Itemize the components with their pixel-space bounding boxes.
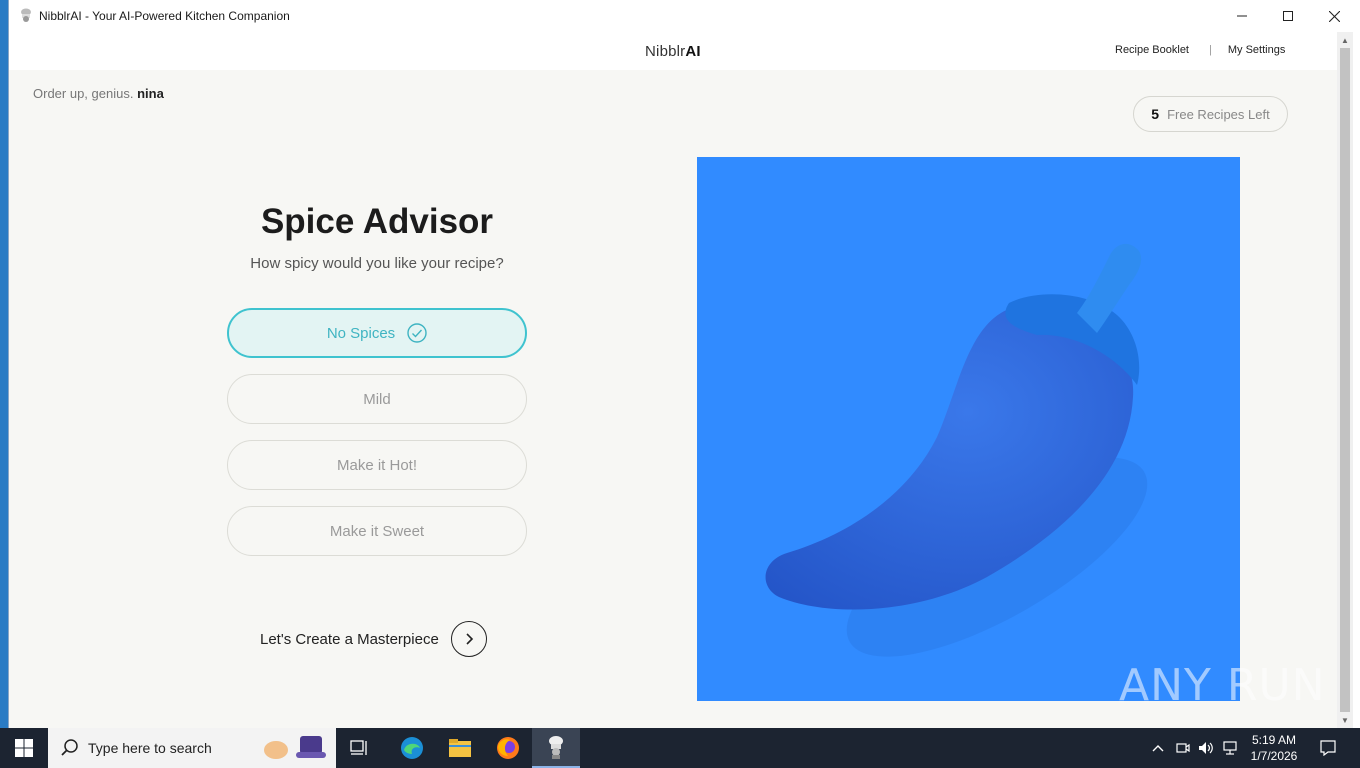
option-make-it-sweet[interactable]: Make it Sweet [227,506,527,556]
notification-icon [1320,740,1336,756]
nav-separator: | [1209,44,1212,56]
option-label: Make it Hot! [336,456,418,474]
notifications-button[interactable] [1316,728,1340,768]
greeting-text: Order up, genius. [33,86,134,101]
spice-hero-image [697,157,1240,701]
nav-links: Recipe Booklet | My Settings [1115,44,1285,56]
title-bar: NibblrAI - Your AI-Powered Kitchen Compa… [9,0,1360,32]
task-view-button[interactable] [336,728,384,768]
tray-volume[interactable] [1196,728,1216,768]
window-title: NibblrAI - Your AI-Powered Kitchen Compa… [39,9,290,23]
arrow-right-circle[interactable] [450,621,487,657]
app-navbar: NibblrAI Recipe Booklet | My Settings [9,32,1337,70]
taskbar: Type here to search 5:19 AM 1/7/2026 [0,728,1360,768]
taskbar-file-explorer[interactable] [436,728,484,768]
tray-camera[interactable] [1174,728,1192,768]
option-mild[interactable]: Mild [227,374,527,424]
vertical-scrollbar[interactable]: ▲ ▼ [1337,32,1353,728]
maximize-button[interactable] [1265,0,1311,32]
camera-icon [1176,743,1190,753]
tray-overflow-button[interactable] [1150,728,1166,768]
free-recipes-count: 5 [1151,106,1160,122]
close-button[interactable] [1311,0,1357,32]
clock-date: 1/7/2026 [1250,749,1298,763]
create-masterpiece-button[interactable]: Let's Create a Masterpiece [260,621,487,657]
cta-label: Let's Create a Masterpiece [260,630,439,648]
free-recipes-badge[interactable]: 5 Free Recipes Left [1133,96,1288,132]
network-icon [1223,741,1237,755]
scroll-thumb[interactable] [1340,48,1350,712]
option-label: Make it Sweet [329,522,425,540]
free-recipes-label: Free Recipes Left [1167,106,1270,122]
brand-prefix: Nibblr [645,43,686,60]
brand-suffix: AI [685,43,701,60]
nav-my-settings[interactable]: My Settings [1228,44,1285,56]
taskbar-nibblrai[interactable] [532,728,580,768]
clock-time: 5:19 AM [1251,733,1297,747]
main-content: Order up, genius. nina 5 Free Recipes Le… [9,70,1337,728]
minimize-button[interactable] [1219,0,1265,32]
greeting: Order up, genius. nina [33,86,164,101]
nav-recipe-booklet[interactable]: Recipe Booklet [1115,44,1189,56]
firefox-icon [497,737,519,759]
minimize-icon [1237,15,1247,17]
scroll-down-arrow-icon[interactable]: ▼ [1337,712,1353,728]
anyrun-watermark: ANY RUN [1119,660,1326,711]
taskbar-firefox[interactable] [484,728,532,768]
page-subtitle: How spicy would you like your recipe? [250,255,504,272]
chevron-up-icon [1152,745,1164,752]
search-highlight-icon [264,736,326,759]
taskbar-edge[interactable] [388,728,436,768]
taskbar-clock[interactable]: 5:19 AM 1/7/2026 [1246,732,1302,764]
edge-browser-icon [401,737,423,759]
option-make-it-hot[interactable]: Make it Hot! [227,440,527,490]
option-label: No Spices [326,324,396,342]
start-button[interactable] [0,728,48,768]
app-window: NibblrAI - Your AI-Powered Kitchen Compa… [8,0,1360,728]
search-placeholder: Type here to search [88,740,212,756]
windows-logo-icon [15,739,33,757]
volume-icon [1199,742,1213,754]
chili-pepper-icon [765,243,1148,657]
desktop-background [0,0,8,728]
folder-icon [449,739,471,757]
greeting-user: nina [137,86,164,101]
scroll-up-arrow-icon[interactable]: ▲ [1337,32,1353,48]
page-title: Spice Advisor [260,202,494,241]
close-icon [1328,10,1340,22]
tray-network[interactable] [1220,728,1240,768]
option-label: Mild [363,390,391,408]
check-circle-icon [407,323,427,343]
chef-app-icon [549,736,563,759]
option-no-spices[interactable]: No Spices [227,308,527,358]
chevron-right-icon [466,633,473,645]
chef-app-icon [21,8,31,22]
taskbar-search-box[interactable]: Type here to search [48,728,336,768]
search-icon [61,739,78,756]
maximize-icon [1283,11,1293,21]
task-view-icon [350,740,367,755]
brand-logo[interactable]: NibblrAI [645,43,701,60]
